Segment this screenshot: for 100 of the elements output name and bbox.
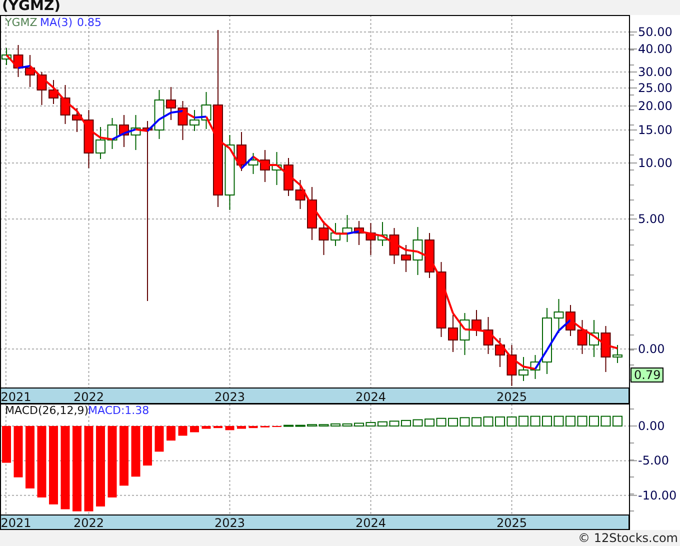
candlestick (448, 314, 458, 352)
legend-indicator: MA(3) (40, 16, 73, 29)
axis-label: 50.00 (638, 25, 672, 39)
axis-label: 10.00 (638, 156, 672, 170)
histogram-bar (412, 419, 423, 426)
legend-name: MACD(26,12,9) (5, 404, 89, 417)
histogram-bar (248, 426, 258, 428)
axis-label: 25.00 (638, 81, 672, 95)
candlestick (530, 354, 540, 380)
year-label: 2022 (73, 390, 104, 404)
candlestick (566, 304, 576, 336)
candlestick (154, 90, 164, 140)
histogram-bar (577, 416, 588, 426)
histogram-bar (214, 426, 222, 428)
year-label: 2023 (214, 390, 246, 404)
candlestick (612, 344, 622, 364)
candlestick (554, 298, 564, 334)
candlestick (412, 226, 423, 276)
year-label: 2024 (355, 390, 386, 404)
credit-text: © 12Stocks.com (578, 530, 679, 546)
histogram-bar (424, 418, 434, 426)
year-label: 2021 (0, 516, 32, 530)
axis-label: 20.00 (638, 99, 672, 113)
histogram-bar (506, 416, 517, 426)
candlestick (166, 86, 176, 120)
axis-label: 15.00 (638, 123, 672, 137)
histogram-bar (401, 420, 411, 426)
year-label: 2021 (0, 390, 32, 404)
candlestick (190, 110, 200, 132)
candlestick (13, 44, 24, 78)
legend-symbol: YGMZ (5, 16, 38, 29)
axis-label: 30.00 (638, 65, 672, 79)
candlestick (107, 118, 118, 150)
histogram-bar (190, 426, 199, 432)
candlestick (201, 92, 212, 130)
histogram-bar (472, 417, 482, 426)
histogram-bar (518, 416, 528, 426)
histogram-bar (295, 424, 306, 427)
axis-label: 0.00 (638, 342, 665, 356)
legend-value: 0.85 (77, 16, 102, 29)
year-label: 2025 (496, 516, 528, 530)
candlestick (495, 338, 505, 368)
candlestick (542, 308, 552, 374)
candlestick (389, 228, 400, 264)
histogram-bar (448, 418, 458, 426)
histogram-bar (2, 426, 11, 463)
histogram-bar (307, 424, 317, 426)
year-label: 2025 (496, 390, 528, 404)
candlestick (460, 312, 470, 356)
year-label: 2023 (214, 516, 246, 530)
histogram-bar (436, 418, 446, 426)
histogram-bar (225, 426, 234, 430)
histogram-bar (389, 420, 400, 426)
candlestick (342, 214, 352, 242)
histogram-bar (612, 416, 622, 426)
histogram-bar (330, 423, 340, 426)
histogram-bar (542, 416, 552, 426)
candlestick (96, 126, 106, 160)
histogram-bar (600, 416, 611, 426)
candlestick (84, 110, 94, 168)
histogram-bar (342, 423, 352, 426)
candlestick (284, 158, 294, 196)
histogram-bar (26, 426, 34, 488)
candlestick (119, 114, 129, 148)
histogram-bar (318, 424, 329, 426)
histogram-bar (460, 417, 470, 426)
histogram-bar (120, 426, 128, 486)
histogram-bar (237, 426, 246, 429)
candlestick (330, 222, 340, 246)
candlestick (318, 220, 329, 256)
histogram-bar (354, 422, 364, 426)
candlestick (378, 222, 388, 246)
histogram-bar (143, 426, 152, 466)
candlestick (72, 108, 82, 132)
candlestick (272, 152, 282, 186)
candlestick (307, 186, 317, 240)
candlestick (48, 80, 58, 104)
axis-label: 5.00 (638, 212, 665, 226)
histogram-bar (483, 416, 494, 426)
histogram-bar (378, 421, 388, 426)
candlestick (178, 100, 188, 140)
year-label: 2022 (73, 516, 104, 530)
candlestick (130, 114, 141, 150)
candlestick (472, 310, 482, 336)
legend-value: MACD:1.38 (88, 404, 150, 417)
candlestick (366, 222, 376, 256)
axis-label: 0.00 (638, 419, 665, 433)
histogram-bar (284, 424, 294, 427)
candlestick (36, 72, 47, 106)
candlestick (589, 320, 599, 358)
candlestick (60, 84, 70, 124)
candlestick (260, 150, 270, 182)
axis-label: -5.00 (638, 454, 670, 468)
candlestick (518, 356, 528, 382)
candlestick (483, 316, 494, 354)
histogram-bar (166, 426, 176, 441)
candlestick (506, 344, 517, 386)
histogram-bar (589, 416, 599, 426)
candlestick (354, 220, 364, 246)
histogram-bar (554, 416, 564, 426)
